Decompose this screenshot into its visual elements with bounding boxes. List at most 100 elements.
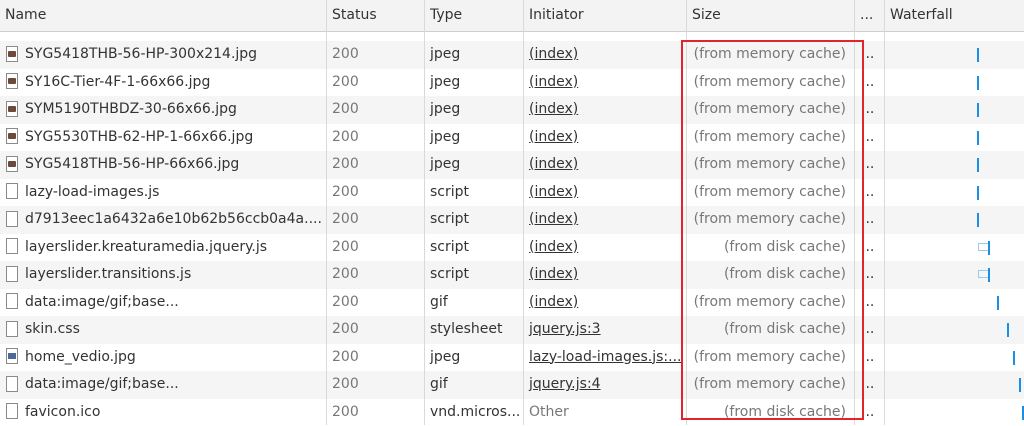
type-cell: jpeg (425, 69, 523, 97)
request-name-cell[interactable]: favicon.ico (0, 399, 326, 426)
request-name: data:image/gif;base... (25, 376, 179, 392)
table-row[interactable]: data:image/gif;base...200gifjquery.js:4(… (0, 371, 1024, 399)
request-name-cell[interactable]: data:image/gif;base... (0, 289, 326, 317)
waterfall-cell (885, 316, 1024, 344)
waterfall-cell (885, 399, 1024, 426)
waterfall-bar (977, 48, 979, 62)
request-name-cell[interactable]: SYG5418THB-56-HP-66x66.jpg (0, 151, 326, 179)
status-cell: 200 (327, 206, 424, 234)
table-row[interactable]: skin.css200stylesheetjquery.js:3(from di… (0, 316, 1024, 344)
type-cell: stylesheet (425, 316, 523, 344)
image-icon (6, 46, 18, 62)
column-header-name[interactable]: Name (0, 0, 326, 31)
request-name-cell[interactable]: home_vedio.jpg (0, 344, 326, 372)
initiator-link[interactable]: (index) (524, 261, 686, 289)
request-name: SYM5190THBDZ-30-66x66.jpg (25, 101, 237, 117)
initiator-link[interactable]: (index) (524, 289, 686, 317)
initiator-link[interactable]: (index) (524, 69, 686, 97)
status-cell: 200 (327, 151, 424, 179)
initiator-link[interactable]: jquery.js:3 (524, 316, 686, 344)
column-header-waterfall[interactable]: Waterfall (885, 0, 1024, 31)
initiator-link[interactable]: (index) (524, 206, 686, 234)
waterfall-bar (988, 241, 990, 255)
waterfall-cell (885, 151, 1024, 179)
table-row[interactable]: SYG5418THB-56-HP-300x214.jpg200jpeg(inde… (0, 41, 1024, 69)
request-name-cell[interactable]: SY16C-Tier-4F-1-66x66.jpg (0, 69, 326, 97)
request-name: favicon.ico (25, 404, 100, 420)
file-icon (6, 293, 18, 309)
request-name-cell[interactable]: skin.css (0, 316, 326, 344)
type-cell: jpeg (425, 151, 523, 179)
table-row[interactable]: home_vedio.jpg200jpeglazy-load-images.js… (0, 344, 1024, 372)
request-name: SYG5418THB-56-HP-66x66.jpg (25, 156, 239, 172)
initiator-link[interactable]: (index) (524, 124, 686, 152)
table-row[interactable]: d7913eec1a6432a6e10b62b56ccb0a4a....200s… (0, 206, 1024, 234)
file-icon (6, 321, 18, 337)
waterfall-bar (977, 213, 979, 227)
waterfall-cell (885, 261, 1024, 289)
initiator-link[interactable]: (index) (524, 179, 686, 207)
status-cell: 200 (327, 96, 424, 124)
initiator-link: Other (524, 399, 686, 426)
status-cell: 200 (327, 344, 424, 372)
request-name-cell[interactable]: SYG5530THB-62-HP-1-66x66.jpg (0, 124, 326, 152)
waterfall-cell (885, 69, 1024, 97)
status-cell: 200 (327, 179, 424, 207)
initiator-link[interactable]: (index) (524, 41, 686, 69)
initiator-link[interactable]: (index) (524, 151, 686, 179)
column-divider[interactable] (884, 0, 885, 425)
request-name-cell[interactable]: layerslider.transitions.js (0, 261, 326, 289)
waterfall-queue-bar (978, 243, 988, 251)
request-name: SYG5530THB-62-HP-1-66x66.jpg (25, 129, 253, 145)
request-name-cell[interactable]: lazy-load-images.js (0, 179, 326, 207)
waterfall-cell (885, 344, 1024, 372)
table-row[interactable]: layerslider.kreaturamedia.jquery.js200sc… (0, 234, 1024, 262)
request-name: SY16C-Tier-4F-1-66x66.jpg (25, 74, 210, 90)
request-name-cell[interactable]: SYG5418THB-56-HP-300x214.jpg (0, 41, 326, 69)
column-header-initiator[interactable]: Initiator (524, 0, 686, 31)
status-cell: 200 (327, 316, 424, 344)
table-row[interactable]: SYG5418THB-56-HP-66x66.jpg 200jpeg(index)… (0, 151, 1024, 179)
table-row[interactable]: SYM5190THBDZ-30-66x66.jpg200jpeg(index)(… (0, 96, 1024, 124)
table-row[interactable]: favicon.ico200vnd.micros...Other(from di… (0, 399, 1024, 426)
table-row[interactable]: lazy-load-images.js200script(index)(from… (0, 179, 1024, 207)
file-icon (6, 183, 18, 199)
initiator-link[interactable]: jquery.js:4 (524, 371, 686, 399)
column-divider[interactable] (326, 0, 327, 425)
request-name-cell[interactable]: layerslider.kreaturamedia.jquery.js (0, 234, 326, 262)
table-row[interactable]: layerslider.transitions.js200script(inde… (0, 261, 1024, 289)
column-header-size[interactable]: Size (687, 0, 854, 31)
column-header-status[interactable]: Status (327, 0, 424, 31)
status-cell: 200 (327, 124, 424, 152)
waterfall-cell (885, 96, 1024, 124)
waterfall-bar (977, 186, 979, 200)
request-name-cell[interactable]: d7913eec1a6432a6e10b62b56ccb0a4a.... (0, 206, 326, 234)
initiator-link[interactable]: lazy-load-images.js:... (524, 344, 686, 372)
status-cell: 200 (327, 234, 424, 262)
table-row[interactable]: SY16C-Tier-4F-1-66x66.jpg200jpeg(index)(… (0, 69, 1024, 97)
column-header-type[interactable]: Type (425, 0, 523, 31)
waterfall-bar (988, 268, 990, 282)
waterfall-cell (885, 41, 1024, 69)
request-name: skin.css (25, 321, 80, 337)
type-cell: jpeg (425, 344, 523, 372)
waterfall-cell (885, 179, 1024, 207)
file-icon (6, 403, 18, 419)
request-name-cell[interactable]: SYM5190THBDZ-30-66x66.jpg (0, 96, 326, 124)
request-name: layerslider.kreaturamedia.jquery.js (25, 239, 267, 255)
initiator-link[interactable]: (index) (524, 234, 686, 262)
waterfall-queue-bar (978, 270, 988, 278)
waterfall-bar (977, 131, 979, 145)
column-divider[interactable] (424, 0, 425, 425)
partially-scrolled-row (0, 32, 1024, 38)
initiator-link[interactable]: (index) (524, 96, 686, 124)
waterfall-bar (977, 158, 979, 172)
image-icon (6, 101, 18, 117)
status-cell: 200 (327, 289, 424, 317)
column-header-more[interactable]: ... (855, 0, 884, 31)
table-row[interactable]: data:image/gif;base...200gif(index)(from… (0, 289, 1024, 317)
request-name-cell[interactable]: data:image/gif;base... (0, 371, 326, 399)
column-divider[interactable] (523, 0, 524, 425)
status-cell: 200 (327, 261, 424, 289)
table-row[interactable]: SYG5530THB-62-HP-1-66x66.jpg200jpeg(inde… (0, 124, 1024, 152)
